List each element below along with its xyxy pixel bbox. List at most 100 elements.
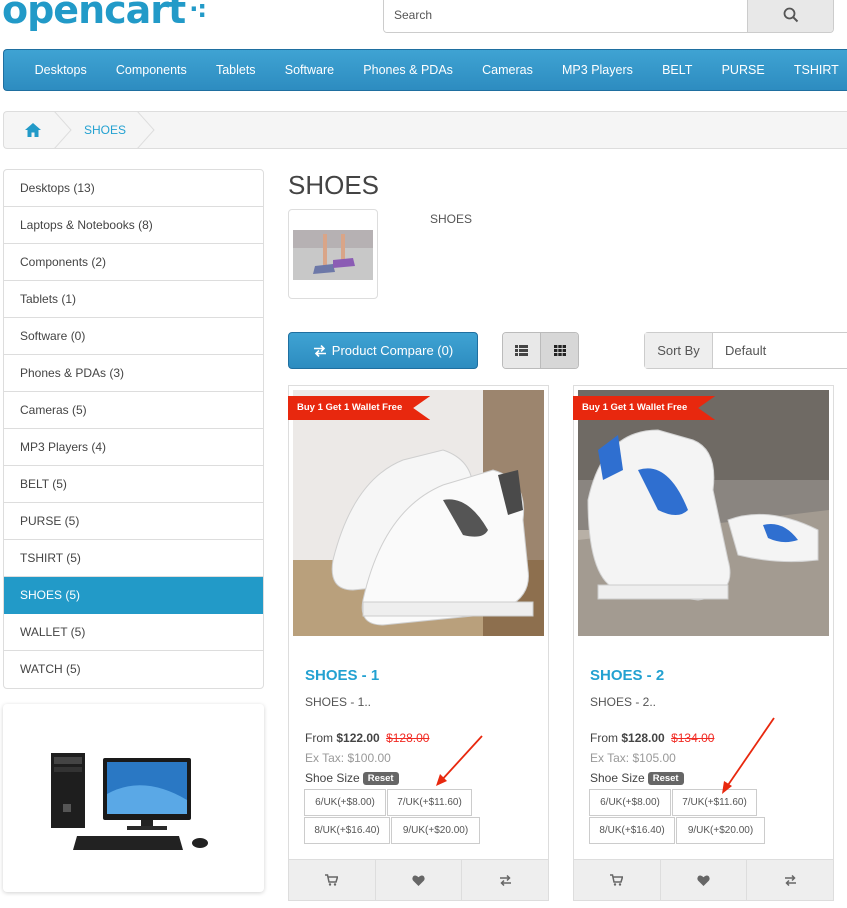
- category-item[interactable]: Software (0): [4, 318, 263, 355]
- exchange-icon: [499, 874, 511, 886]
- category-thumbnail: [288, 209, 378, 299]
- category-item[interactable]: Phones & PDAs (3): [4, 355, 263, 392]
- home-icon: [25, 123, 41, 137]
- heart-icon: [697, 874, 710, 886]
- compare-label: Product Compare (0): [331, 343, 454, 358]
- exchange-icon: [313, 344, 326, 357]
- search-input[interactable]: [384, 0, 747, 32]
- cart-icon: [325, 874, 339, 886]
- price-ex-tax: Ex Tax: $105.00: [590, 751, 676, 765]
- page-title: SHOES: [288, 170, 380, 200]
- menu-item-mp3[interactable]: MP3 Players: [547, 63, 647, 77]
- price-prefix: From: [590, 731, 618, 745]
- sort-select[interactable]: Default: [713, 333, 847, 368]
- white-sneaker-image: [293, 390, 544, 636]
- product-card: Buy 1 Get 1 Wallet Free SHOES - 2 SHOES …: [573, 385, 834, 901]
- menu-item-tablets[interactable]: Tablets: [201, 63, 270, 77]
- grid-view-button[interactable]: [540, 333, 578, 368]
- category-item[interactable]: Desktops (13): [4, 170, 263, 207]
- shoe-size-label: Shoe Size Reset: [305, 771, 399, 785]
- annotation-arrow: [722, 717, 775, 794]
- price-new: $128.00: [621, 731, 665, 745]
- top-menu: Desktops Components Tablets Software Pho…: [3, 49, 847, 91]
- product-name-link[interactable]: SHOES - 1: [305, 667, 379, 684]
- add-to-cart-button[interactable]: [574, 860, 660, 900]
- reset-button[interactable]: Reset: [647, 772, 684, 785]
- menu-item-belt[interactable]: BELT: [647, 63, 707, 77]
- menu-item-cameras[interactable]: Cameras: [468, 63, 548, 77]
- compare-button[interactable]: [746, 860, 833, 900]
- list-view-button[interactable]: [503, 333, 540, 368]
- price-prefix: From: [305, 731, 333, 745]
- category-item[interactable]: WALLET (5): [4, 614, 263, 651]
- breadcrumb-separator: [54, 111, 72, 149]
- sidebar-banner[interactable]: [3, 704, 264, 892]
- cart-logo-icon: ·:: [189, 0, 207, 23]
- search-bar: [383, 0, 834, 33]
- category-item[interactable]: WATCH (5): [4, 651, 263, 688]
- category-item[interactable]: Components (2): [4, 244, 263, 281]
- wishlist-button[interactable]: [659, 860, 747, 900]
- add-to-cart-button[interactable]: [289, 860, 375, 900]
- breadcrumb: SHOES: [3, 111, 847, 149]
- breadcrumb-separator: [137, 111, 155, 149]
- search-button[interactable]: [747, 0, 833, 32]
- cart-icon: [610, 874, 624, 886]
- product-price: From $128.00 $134.00: [590, 731, 714, 745]
- view-toggle: [502, 332, 579, 369]
- price-new: $122.00: [336, 731, 380, 745]
- product-actions: [288, 859, 549, 901]
- category-item[interactable]: PURSE (5): [4, 503, 263, 540]
- promo-ribbon: Buy 1 Get 1 Wallet Free: [288, 396, 431, 420]
- list-icon: [515, 345, 528, 356]
- category-item[interactable]: Laptops & Notebooks (8): [4, 207, 263, 244]
- product-compare-button[interactable]: Product Compare (0): [288, 332, 478, 369]
- shoes-category-image: [293, 230, 373, 280]
- category-item[interactable]: BELT (5): [4, 466, 263, 503]
- search-icon: [783, 7, 798, 22]
- product-image[interactable]: [578, 390, 829, 636]
- size-option[interactable]: 9/UK(+$20.00): [676, 817, 765, 844]
- exchange-icon: [784, 874, 796, 886]
- size-options: 6/UK(+$8.00) 7/UK(+$11.60) 8/UK(+$16.40)…: [589, 789, 819, 845]
- category-description: SHOES: [430, 212, 473, 226]
- category-item[interactable]: TSHIRT (5): [4, 540, 263, 577]
- size-option[interactable]: 6/UK(+$8.00): [589, 789, 671, 816]
- heart-icon: [412, 874, 425, 886]
- product-image[interactable]: [293, 390, 544, 636]
- menu-item-components[interactable]: Components: [101, 63, 201, 77]
- menu-item-purse[interactable]: PURSE: [707, 63, 779, 77]
- size-option[interactable]: 7/UK(+$11.60): [387, 789, 472, 816]
- menu-item-phones[interactable]: Phones & PDAs: [349, 63, 468, 77]
- menu-item-tshirt[interactable]: TSHIRT: [779, 63, 847, 77]
- product-actions: [573, 859, 834, 901]
- wishlist-button[interactable]: [374, 860, 462, 900]
- category-item[interactable]: MP3 Players (4): [4, 429, 263, 466]
- price-ex-tax: Ex Tax: $100.00: [305, 751, 391, 765]
- category-item[interactable]: Tablets (1): [4, 281, 263, 318]
- menu-item-software[interactable]: Software: [270, 63, 349, 77]
- size-option[interactable]: 9/UK(+$20.00): [391, 817, 480, 844]
- sort-label: Sort By: [645, 333, 713, 368]
- size-option[interactable]: 8/UK(+$16.40): [589, 817, 675, 844]
- compare-button[interactable]: [461, 860, 548, 900]
- product-price: From $122.00 $128.00: [305, 731, 429, 745]
- category-item-active[interactable]: SHOES (5): [4, 577, 263, 614]
- promo-ribbon: Buy 1 Get 1 Wallet Free: [573, 396, 716, 420]
- category-item[interactable]: Cameras (5): [4, 392, 263, 429]
- product-description: SHOES - 2..: [590, 695, 657, 709]
- desktop-computer-image: [51, 753, 208, 850]
- size-option[interactable]: 8/UK(+$16.40): [304, 817, 390, 844]
- product-card: Buy 1 Get 1 Wallet Free SHOES - 1 SHOES …: [288, 385, 549, 901]
- price-old: $134.00: [671, 731, 715, 745]
- size-option[interactable]: 6/UK(+$8.00): [304, 789, 386, 816]
- site-logo[interactable]: opencart ·:: [2, 0, 207, 32]
- product-description: SHOES - 1..: [305, 695, 372, 709]
- product-name-link[interactable]: SHOES - 2: [590, 667, 664, 684]
- reset-button[interactable]: Reset: [362, 772, 399, 785]
- breadcrumb-item-shoes[interactable]: SHOES: [82, 123, 126, 137]
- annotation-arrow: [436, 735, 483, 786]
- grid-icon: [553, 345, 566, 356]
- blue-sneaker-image: [578, 390, 829, 636]
- menu-item-desktops[interactable]: Desktops: [20, 63, 101, 77]
